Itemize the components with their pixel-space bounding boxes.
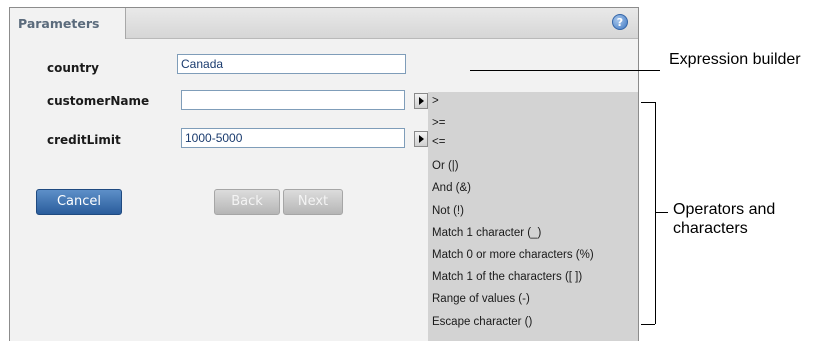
operators-bracket-vertical (655, 102, 656, 324)
operator-item[interactable]: Or (|) (432, 160, 459, 172)
field-label-customername: customerName (47, 94, 150, 108)
operator-item[interactable]: > (432, 95, 439, 107)
operator-item[interactable]: Range of values (-) (432, 293, 530, 305)
customername-expression-builder-button[interactable] (414, 93, 428, 109)
next-button[interactable]: Next (283, 189, 343, 215)
operator-item[interactable]: Match 0 or more characters (%) (432, 249, 594, 261)
operator-item[interactable]: >= (432, 117, 445, 129)
tab-parameters[interactable]: Parameters (10, 8, 126, 39)
expression-builder-callout: Expression builder (669, 51, 801, 68)
creditlimit-expression-builder-button[interactable] (414, 131, 428, 147)
customername-input[interactable] (181, 90, 405, 110)
help-icon[interactable]: ? (612, 14, 628, 30)
cancel-button[interactable]: Cancel (36, 189, 122, 215)
tab-bar: Parameters ? (10, 8, 638, 39)
tab-parameters-label: Parameters (18, 16, 100, 31)
operators-callout: Operators and characters (673, 201, 776, 237)
creditlimit-input[interactable] (181, 128, 405, 148)
back-button[interactable]: Back (214, 189, 280, 215)
operators-bracket-bottom (641, 324, 655, 325)
operator-menu: > >= <= Or (|) And (&) Not (!) Match 1 c… (428, 92, 638, 341)
field-label-creditlimit: creditLimit (47, 133, 121, 147)
operators-bracket-top (641, 102, 655, 103)
field-label-country: country (47, 61, 99, 75)
operator-item[interactable]: Match 1 character (_) (432, 227, 541, 239)
operator-item[interactable]: And (&) (432, 182, 471, 194)
operator-item[interactable]: Escape character () (432, 316, 532, 328)
expression-builder-callout-line (470, 70, 660, 71)
operator-item[interactable]: <= (432, 136, 445, 148)
operators-bracket-tick (655, 212, 668, 213)
operator-item[interactable]: Match 1 of the characters ([ ]) (432, 271, 582, 283)
operator-item[interactable]: Not (!) (432, 205, 464, 217)
country-input[interactable] (177, 54, 406, 74)
